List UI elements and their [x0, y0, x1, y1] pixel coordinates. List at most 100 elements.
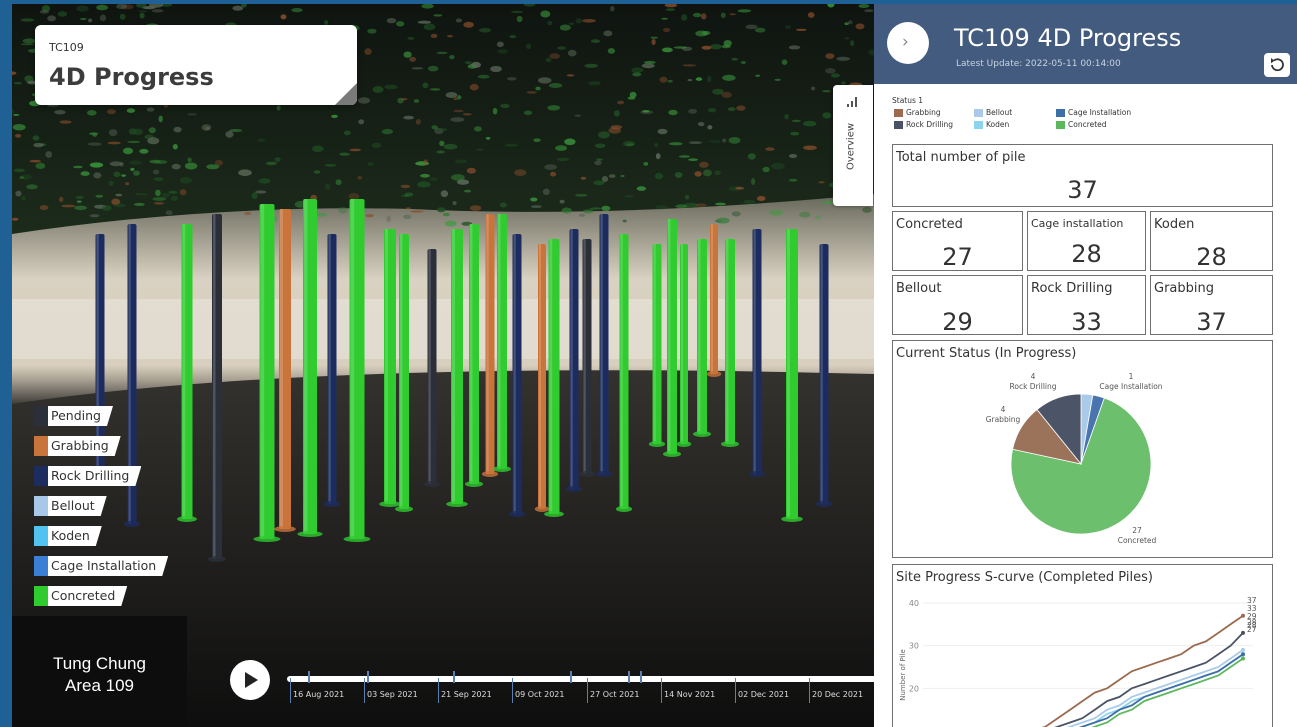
canopy-speck: [533, 138, 541, 142]
canopy-speck: [650, 36, 658, 39]
canopy-speck: [722, 74, 736, 81]
canopy-speck: [462, 113, 472, 116]
canopy-speck: [594, 160, 602, 166]
series-line[interactable]: [1033, 615, 1244, 727]
area-name-line1: Tung Chung: [53, 654, 146, 673]
canopy-speck: [665, 8, 676, 11]
refresh-button[interactable]: [1264, 53, 1290, 77]
canopy-speck: [41, 5, 51, 12]
canopy-speck: [695, 203, 707, 207]
legend-item[interactable]: Cage Installation: [1056, 108, 1131, 117]
series-end-point[interactable]: [1241, 652, 1245, 657]
pile-base: [748, 471, 766, 477]
canopy-speck: [184, 162, 198, 170]
canopy-speck: [420, 173, 430, 178]
pile-base: [481, 471, 499, 477]
series-end-point[interactable]: [1241, 630, 1245, 635]
pile-base: [781, 516, 803, 522]
timeline-marker[interactable]: [640, 671, 642, 683]
canopy-speck: [769, 209, 784, 216]
canopy-speck: [443, 143, 458, 150]
kpi-card-grabbing: Grabbing 37: [1150, 275, 1273, 336]
canopy-speck: [403, 51, 412, 58]
canopy-speck: [657, 128, 668, 135]
canopy-speck: [669, 142, 683, 146]
canopy-speck: [109, 129, 118, 137]
canopy-speck: [636, 186, 647, 191]
canopy-speck: [564, 138, 576, 146]
series-end-point[interactable]: [1241, 647, 1245, 652]
canopy-speck: [537, 77, 552, 84]
canopy-speck: [716, 217, 730, 224]
canopy-speck: [731, 211, 741, 217]
canopy-speck: [423, 23, 436, 31]
pile-base: [343, 536, 371, 542]
canopy-speck: [702, 30, 711, 36]
canopy-speck: [367, 162, 374, 166]
timeline-marker[interactable]: [628, 671, 630, 683]
canopy-speck: [614, 110, 620, 117]
canopy-speck: [580, 176, 587, 180]
canopy-speck: [427, 65, 439, 72]
canopy-speck: [708, 140, 722, 143]
tab-overview[interactable]: Overview: [833, 85, 873, 206]
canopy-speck: [485, 137, 491, 140]
area-name-line2: Area 109: [65, 676, 134, 695]
legend-item[interactable]: Concreted: [1056, 120, 1107, 129]
canopy-speck: [504, 143, 518, 147]
canopy-speck: [403, 115, 414, 120]
timeline-marker[interactable]: [453, 671, 455, 683]
play-button[interactable]: [230, 660, 270, 700]
card-label: Total number of pile: [896, 150, 1026, 165]
pile-highlight: [513, 234, 516, 514]
status-pie-chart[interactable]: 27Concreted4Grabbing4Rock Drilling1Cage …: [893, 357, 1272, 557]
s-curve-chart[interactable]: 403020Number of Pile373329282827: [893, 585, 1272, 727]
legend-item[interactable]: Grabbing: [894, 108, 941, 117]
y-tick-label: 20: [909, 684, 919, 693]
canopy-speck: [119, 13, 126, 20]
timeline-slider[interactable]: [287, 676, 874, 682]
timeline-marker[interactable]: [367, 671, 369, 683]
canopy-speck: [540, 10, 551, 18]
3d-viewport[interactable]: TC109 4D Progress Pending Grabbing Rock …: [12, 4, 874, 727]
canopy-speck: [535, 86, 541, 91]
y-tick-label: 30: [909, 642, 919, 651]
card-value: 27: [942, 243, 973, 271]
canopy-speck: [364, 48, 372, 55]
canopy-speck: [667, 79, 673, 83]
pile-highlight: [583, 239, 586, 474]
kpi-card-rock-drilling: Rock Drilling 33: [1027, 275, 1146, 336]
series-line[interactable]: [1033, 653, 1244, 727]
collapse-button[interactable]: ›: [887, 22, 929, 64]
canopy-speck: [88, 18, 93, 23]
pile-highlight: [350, 199, 355, 539]
timeline-marker[interactable]: [570, 671, 572, 683]
canopy-speck: [365, 214, 374, 218]
legend-item[interactable]: Rock Drilling: [894, 120, 953, 129]
pile-base: [663, 451, 681, 457]
total-piles-card: Total number of pile 37: [892, 144, 1273, 207]
side-scroll-tab[interactable]: [1287, 616, 1297, 634]
legend-item: Bellout: [34, 496, 168, 516]
card-value: 37: [1196, 308, 1227, 336]
canopy-speck: [624, 195, 634, 198]
canopy-speck: [417, 20, 432, 24]
canopy-speck: [152, 197, 167, 201]
canopy-speck: [722, 138, 727, 143]
canopy-speck: [825, 68, 836, 74]
timeline-marker[interactable]: [308, 671, 310, 683]
resize-corner-icon[interactable]: [335, 83, 357, 105]
series-end-point[interactable]: [1241, 613, 1245, 618]
canopy-speck: [76, 5, 89, 12]
legend-item[interactable]: Koden: [974, 120, 1009, 129]
canopy-speck: [511, 10, 524, 13]
timeline-label: 02 Dec 2021: [738, 690, 790, 699]
series-line[interactable]: [1033, 653, 1244, 727]
chevron-right-icon: ›: [902, 32, 909, 52]
series-end-point[interactable]: [1241, 656, 1245, 661]
legend-item[interactable]: Bellout: [974, 108, 1012, 117]
canopy-speck: [771, 162, 785, 170]
canopy-speck: [121, 174, 126, 177]
pile-highlight: [260, 204, 265, 539]
title-card: TC109 4D Progress: [35, 25, 357, 105]
